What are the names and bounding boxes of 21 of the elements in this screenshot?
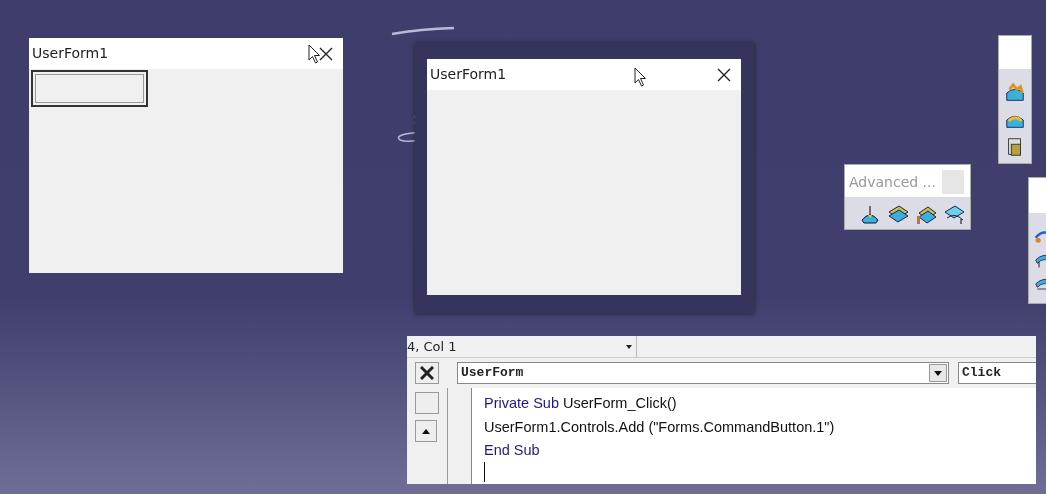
mouse-cursor-icon: [634, 66, 648, 87]
mouse-cursor-icon: [308, 43, 321, 64]
close-button[interactable]: [415, 362, 439, 384]
window-title: UserForm1: [32, 44, 109, 63]
up-arrow-icon: [422, 428, 430, 434]
dropdown-arrow-icon: [934, 370, 942, 376]
dropdown-arrow-icon: [626, 345, 632, 349]
procedure-combo[interactable]: Click: [958, 362, 1036, 384]
window-title: UserForm1: [430, 65, 507, 84]
code-line: Private Sub UserForm_Click(): [484, 394, 677, 413]
code-editor[interactable]: Private Sub UserForm_Click() UserForm1.Controls.Add ("Forms.CommandButton.1") End Sub: [447, 388, 1036, 484]
scroll-up-button[interactable]: [415, 420, 437, 442]
object-combo[interactable]: UserForm: [457, 362, 949, 384]
surface-tool-icon[interactable]: [1004, 82, 1026, 104]
pen-stroke: [390, 26, 456, 36]
position-dropdown[interactable]: 4, Col 1: [407, 336, 637, 357]
code-line: End Sub: [484, 441, 540, 460]
text-cursor: [484, 462, 485, 482]
code-line: UserForm1.Controls.Add ("Forms.CommandButton.1"): [484, 417, 835, 437]
toolbar-title: Advanced ...: [849, 172, 936, 192]
command-button[interactable]: [31, 70, 148, 107]
